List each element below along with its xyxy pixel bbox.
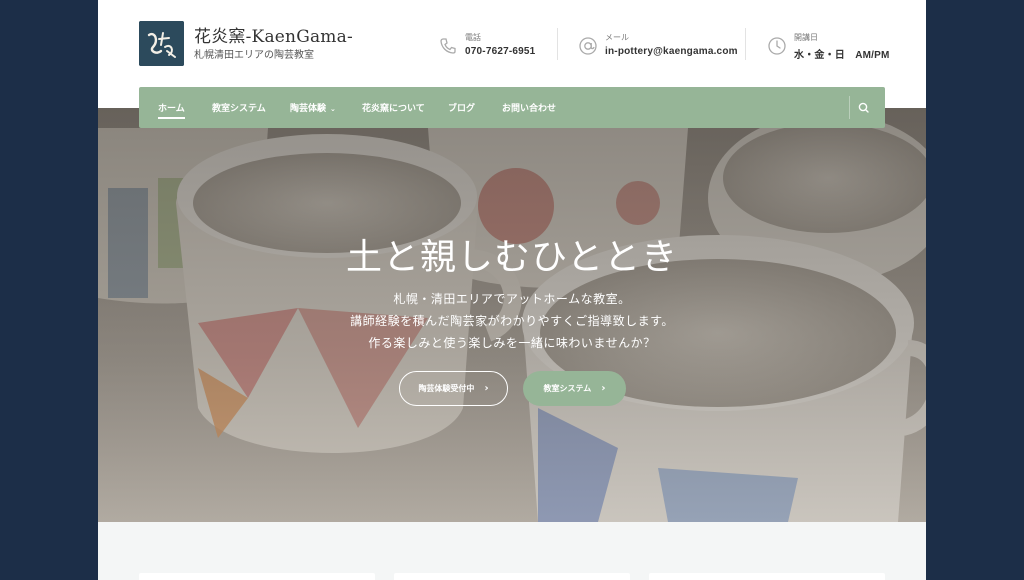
nav-item-label: お問い合わせ <box>502 104 557 114</box>
feature-card <box>394 573 630 580</box>
main-nav: ホーム 教室システム 陶芸体験 ⌄ 花炎窯について ブログ お問い合わせ <box>139 87 885 128</box>
page: 花炎窯-KaenGama- 札幌清田エリアの陶芸教室 電話 070-7627-6… <box>98 0 926 580</box>
hero-text-line: 札幌・清田エリアでアットホームな教室。 <box>393 292 631 306</box>
nav-item-class-system[interactable]: 教室システム <box>212 101 266 114</box>
chevron-right-icon: › <box>484 383 489 394</box>
nav-item-label: 陶芸体験 <box>290 104 327 114</box>
open-days-label: 開講日 <box>794 33 818 42</box>
nav-item-experience[interactable]: 陶芸体験 ⌄ <box>290 101 336 114</box>
open-days-value: 水・金・日 AM/PM <box>794 50 890 61</box>
at-sign-icon <box>579 37 597 55</box>
phone-label: 電話 <box>465 33 481 42</box>
nav-item-label: 花炎窯について <box>362 104 425 114</box>
site-title[interactable]: 花炎窯-KaenGama- <box>194 22 353 47</box>
site-tagline: 札幌清田エリアの陶芸教室 <box>194 50 314 61</box>
nav-item-label: ホーム <box>158 104 185 114</box>
experience-button-label: 陶芸体験受付中 <box>418 384 475 393</box>
nav-item-blog[interactable]: ブログ <box>448 101 475 114</box>
class-system-button-label: 教室システム <box>543 384 592 393</box>
hero-banner: 土と親しむひととき 札幌・清田エリアでアットホームな教室。 講師経験を積んだ陶芸… <box>98 108 926 522</box>
nav-divider <box>849 96 850 119</box>
feature-card <box>649 573 885 580</box>
nav-item-label: 教室システム <box>212 104 266 114</box>
hero-text-line: 講師経験を積んだ陶芸家がわかりやすくご指導致します。 <box>350 314 674 328</box>
divider <box>745 28 746 60</box>
mail-label: メール <box>605 33 629 42</box>
hero-title: 土と親しむひととき <box>346 237 678 278</box>
hero-text-line: 作る楽しみと使う楽しみを一緒に味わいませんか？ <box>368 336 656 350</box>
class-system-button[interactable]: 教室システム › <box>523 371 626 406</box>
chevron-right-icon: › <box>601 383 606 394</box>
search-icon[interactable] <box>855 99 873 117</box>
nav-item-contact[interactable]: お問い合わせ <box>502 101 556 114</box>
nav-item-home[interactable]: ホーム <box>158 101 185 119</box>
site-logo[interactable] <box>139 21 184 66</box>
nav-item-about[interactable]: 花炎窯について <box>362 101 425 114</box>
chevron-down-icon: ⌄ <box>330 105 336 113</box>
experience-button[interactable]: 陶芸体験受付中 › <box>399 371 508 406</box>
content-section <box>98 522 926 580</box>
clock-icon <box>768 37 786 55</box>
mail-address[interactable]: in-pottery@kaengama.com <box>605 46 738 57</box>
feature-card <box>139 573 375 580</box>
logo-mark-icon <box>139 21 184 66</box>
phone-number[interactable]: 070-7627-6951 <box>465 46 535 57</box>
nav-item-label: ブログ <box>448 104 476 114</box>
divider <box>557 28 558 60</box>
phone-icon <box>440 38 456 54</box>
